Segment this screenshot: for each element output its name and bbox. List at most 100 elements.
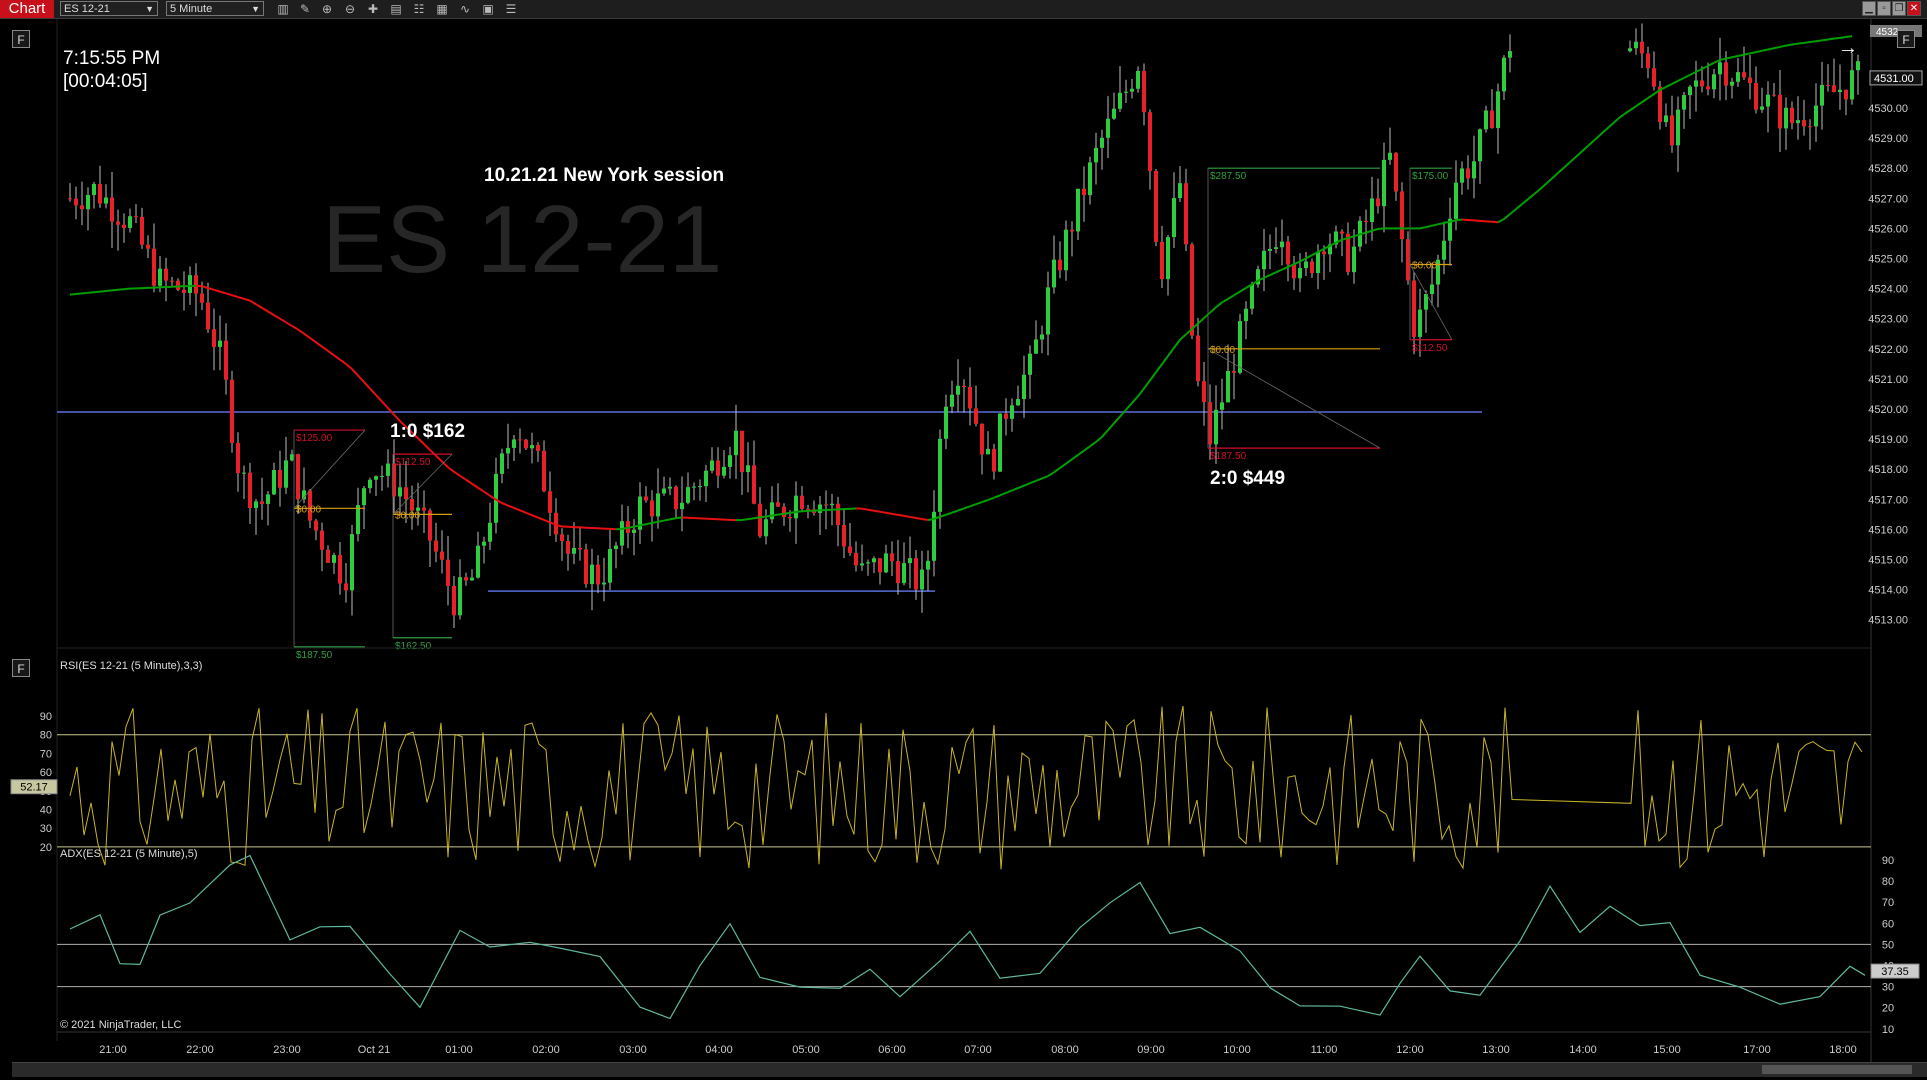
rsi-axis-label: 30 [40,823,52,835]
candle-body [1490,110,1494,129]
time-axis-label: 13:00 [1482,1044,1510,1056]
candle-body [146,244,150,249]
candle-body [248,472,252,509]
adx-axis-label: 30 [1882,982,1894,994]
time-axis-label: 06:00 [878,1044,906,1056]
candle-body [1298,268,1302,279]
candle-body [194,275,198,294]
chart-properties-icon[interactable]: ▦ [434,1,450,17]
moving-average-segment [1797,41,1805,45]
candle-body [902,563,906,584]
candle-body [632,529,636,533]
candle-body [1166,237,1170,280]
adx-axis-label: 70 [1882,897,1894,909]
candle-body [290,454,294,461]
candle-body [1442,240,1446,260]
template-icon[interactable]: ☷ [411,1,427,17]
candle-body [806,508,810,510]
candle-body [1388,152,1392,160]
candle-body [980,423,984,455]
candle-body [140,216,144,245]
candle-body [1262,250,1266,270]
moving-average-segment [795,510,803,513]
candle-body [326,549,330,563]
moving-average-segment [885,511,893,515]
candle-body [362,488,366,506]
candle-body [410,498,414,511]
price-panel-button-right[interactable]: F [1897,30,1915,48]
candle-body [170,280,174,282]
moving-average-segment [927,517,935,522]
candle-body [860,563,864,566]
tile-window-button[interactable]: ▫ [1877,1,1891,16]
zoom-out-icon[interactable]: ⊖ [342,1,358,17]
candle-body [668,486,672,489]
moving-average-segment [675,516,683,520]
trade-label-top: $287.50 [1210,171,1247,182]
price-panel-button[interactable]: F [12,30,30,48]
properties-list-icon[interactable]: ☰ [503,1,519,17]
candle-body [740,430,744,473]
restore-window-button[interactable]: ❐ [1892,1,1906,16]
candle-body [1208,402,1212,445]
candle-body [104,197,108,204]
pencil-icon[interactable]: ✎ [297,1,313,17]
time-axis-label: 07:00 [964,1044,992,1056]
moving-average-segment [1743,52,1751,56]
candle-body [374,476,378,480]
candle-body [1748,77,1752,84]
moving-average-segment [111,288,119,292]
time-axis-label: 02:00 [532,1044,560,1056]
bar-timer-label: [00:04:05] [63,71,148,92]
moving-average-segment [75,292,83,296]
candle-body [218,340,222,347]
candle-body [1760,106,1764,110]
candle-body [614,545,618,550]
candle-body [1310,261,1314,274]
interval-selector[interactable]: 5 Minute ▼ [166,1,264,16]
moving-average-segment [69,293,77,296]
horizontal-scrollbar[interactable] [12,1062,1927,1077]
data-box-icon[interactable]: ▤ [388,1,404,17]
moving-average-segment [1749,51,1757,55]
candle-body [320,530,324,550]
moving-average-segment [741,518,749,522]
time-axis-label: 18:00 [1829,1044,1857,1056]
chart-canvas[interactable]: $125.00 $0.00 $187.50 $112.50 $0.00 $162.50 $2… [0,19,1927,1062]
trade-label-entry: $0.00 [296,504,321,515]
candle-body [1214,409,1218,445]
adx-axis-label: 20 [1882,1003,1894,1015]
close-window-button[interactable]: ✕ [1907,1,1921,16]
strategy-icon[interactable]: ∿ [457,1,473,17]
candle-body [518,439,522,441]
minimize-window-button[interactable]: ▁ [1862,1,1876,16]
instrument-selector[interactable]: ES 12-21 ▼ [60,1,158,16]
trade-label-top: $112.50 [395,457,431,468]
candle-body [854,552,858,566]
indicator-icon[interactable]: ▣ [480,1,496,17]
candle-body [704,470,708,487]
candle-body [1088,162,1092,196]
bar-type-icon[interactable]: ▥ [275,1,291,17]
candle-body [68,198,72,200]
candle-body [1172,198,1176,238]
candle-body [692,486,696,488]
chart-tab[interactable]: Chart [0,0,54,18]
candle-body [1406,239,1410,281]
candle-body [1496,91,1500,129]
session-label: 10.21.21 New York session [484,165,725,186]
rsi-panel-button[interactable]: F [12,659,30,677]
candle-body [488,522,492,542]
moving-average-segment [93,290,101,294]
arrow-right-icon[interactable]: → [1838,37,1858,60]
candle-body [1808,126,1812,128]
time-axis-label: 03:00 [619,1044,647,1056]
price-axis-label: 4515.00 [1868,555,1908,567]
crosshair-icon[interactable]: ✚ [365,1,381,17]
clock-label: 7:15:55 PM [63,48,161,69]
candle-body [878,558,882,573]
zoom-in-icon[interactable]: ⊕ [319,1,335,17]
candle-body [1244,308,1248,322]
scrollbar-thumb[interactable] [1762,1065,1912,1074]
copyright-label: © 2021 NinjaTrader, LLC [60,1019,182,1031]
